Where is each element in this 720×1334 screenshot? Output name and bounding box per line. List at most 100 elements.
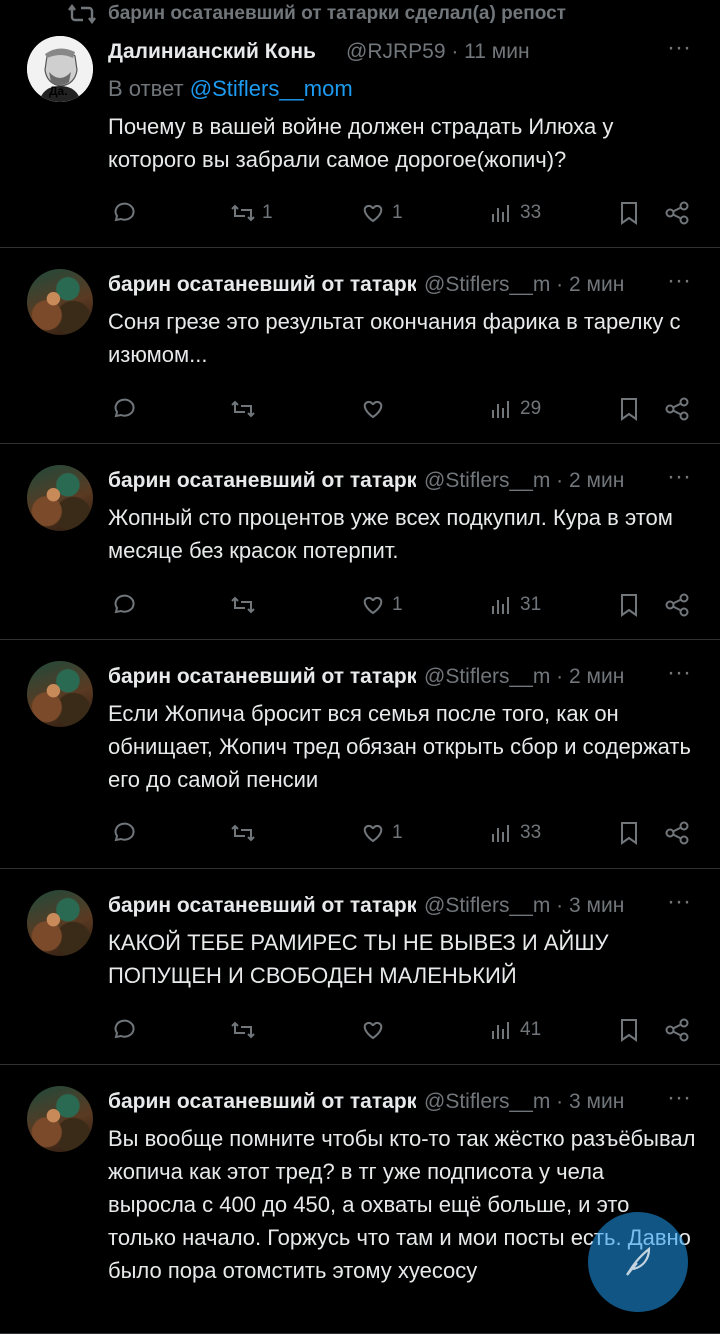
- tweet-header: Далинианский Конь @RJRP59 · 11 мин ···: [108, 38, 700, 68]
- bookmark-button[interactable]: [616, 818, 642, 848]
- retweet-button[interactable]: [230, 818, 262, 848]
- share-icon: [665, 593, 689, 617]
- view-count: 33: [520, 202, 542, 223]
- reply-icon: [114, 822, 135, 842]
- bookmark-button[interactable]: [616, 590, 642, 620]
- views-chart-icon: [492, 205, 509, 222]
- heart-icon: [363, 204, 383, 223]
- views-button[interactable]: 33: [488, 198, 541, 228]
- share-button[interactable]: [664, 818, 690, 848]
- reply-icon: [114, 202, 135, 222]
- share-button[interactable]: [664, 590, 690, 620]
- more-options-icon[interactable]: ···: [664, 271, 694, 301]
- views-chart-icon: [492, 825, 509, 842]
- bookmark-icon: [621, 202, 637, 225]
- tweet[interactable]: барин осатаневший от татарки @Stiflers__…: [0, 870, 720, 1065]
- reply-button[interactable]: [110, 394, 136, 424]
- share-button[interactable]: [664, 394, 690, 424]
- tweet-actions: 29: [108, 394, 700, 424]
- heart-icon: [363, 1021, 383, 1040]
- avatar[interactable]: [27, 269, 93, 335]
- reply-to-line: В ответ @Stiflers__mom: [108, 76, 353, 102]
- author-name[interactable]: Далинианский Конь: [108, 40, 338, 64]
- reply-button[interactable]: [110, 1015, 136, 1045]
- avatar[interactable]: [27, 465, 93, 531]
- views-button[interactable]: 41: [488, 1015, 541, 1045]
- more-options-icon[interactable]: ···: [664, 38, 694, 68]
- retweet-button[interactable]: 1: [230, 198, 273, 228]
- views-button[interactable]: 31: [488, 590, 541, 620]
- author-handle[interactable]: @Stiflers__m · 2 мин: [424, 469, 624, 493]
- avatar[interactable]: [27, 890, 93, 956]
- share-button[interactable]: [664, 198, 690, 228]
- author-handle[interactable]: @Stiflers__m · 2 мин: [424, 665, 624, 689]
- tweet-actions: 1 31: [108, 590, 700, 620]
- more-options-icon[interactable]: ···: [664, 892, 694, 922]
- retweet-count: 1: [262, 202, 273, 223]
- author-name[interactable]: барин осатаневший от татарки: [108, 665, 416, 689]
- retweet-button[interactable]: [230, 394, 262, 424]
- view-count: 29: [520, 398, 542, 419]
- like-count: 1: [392, 594, 403, 615]
- tweet-text: КАКОЙ ТЕБЕ РАМИРЕС ТЫ НЕ ВЫВЕЗ И АЙШУ ПО…: [108, 930, 609, 988]
- author-handle[interactable]: @Stiflers__m · 3 мин: [424, 1090, 624, 1114]
- tweet-header: барин осатаневший от татарки @Stiflers__…: [108, 663, 700, 693]
- bookmark-button[interactable]: [616, 394, 642, 424]
- heart-icon: [363, 596, 383, 615]
- like-button[interactable]: 1: [360, 818, 403, 848]
- retweet-icon: [231, 1021, 255, 1039]
- more-options-icon[interactable]: ···: [664, 663, 694, 693]
- bookmark-button[interactable]: [616, 1015, 642, 1045]
- bookmark-icon: [621, 594, 637, 617]
- reply-icon: [114, 1019, 135, 1039]
- author-handle[interactable]: @Stiflers__m · 3 мин: [424, 894, 624, 918]
- more-options-icon[interactable]: ···: [664, 1088, 694, 1118]
- like-button[interactable]: 1: [360, 198, 403, 228]
- like-button[interactable]: 1: [360, 590, 403, 620]
- reply-button[interactable]: [110, 590, 136, 620]
- tweet-header: барин осатаневший от татарки @Stiflers__…: [108, 467, 700, 497]
- retweet-icon: [231, 596, 255, 614]
- share-icon: [665, 201, 689, 225]
- author-name[interactable]: барин осатаневший от татарки: [108, 469, 416, 493]
- heart-icon: [363, 824, 383, 843]
- retweet-button[interactable]: [230, 1015, 262, 1045]
- bookmark-button[interactable]: [616, 198, 642, 228]
- reply-button[interactable]: [110, 818, 136, 848]
- views-button[interactable]: 33: [488, 818, 541, 848]
- more-options-icon[interactable]: ···: [664, 467, 694, 497]
- views-button[interactable]: 29: [488, 394, 541, 424]
- like-count: 1: [392, 822, 403, 843]
- tweet[interactable]: барин осатаневший от татарки @Stiflers__…: [0, 641, 720, 869]
- compose-fab-button[interactable]: [588, 1212, 688, 1312]
- tweet-actions: 41: [108, 1015, 700, 1045]
- tweet[interactable]: барин осатаневший от татарки @Stiflers__…: [0, 445, 720, 640]
- author-name[interactable]: барин осатаневший от татарки: [108, 1090, 416, 1114]
- heart-icon: [363, 400, 383, 419]
- reply-mention-link[interactable]: @Stiflers__mom: [190, 76, 353, 101]
- author-handle[interactable]: @Stiflers__m · 2 мин: [424, 273, 624, 297]
- view-count: 31: [520, 594, 542, 615]
- like-button[interactable]: [360, 1015, 392, 1045]
- bookmark-icon: [621, 822, 637, 845]
- author-name[interactable]: барин осатаневший от татарки: [108, 894, 416, 918]
- retweet-icon: [231, 400, 255, 418]
- avatar[interactable]: Да.: [27, 36, 93, 102]
- view-count: 33: [520, 822, 542, 843]
- tweet-actions: 1 33: [108, 818, 700, 848]
- like-button[interactable]: [360, 394, 392, 424]
- tweet-header: барин осатаневший от татарки @Stiflers__…: [108, 271, 700, 301]
- reply-icon: [114, 398, 135, 418]
- author-handle[interactable]: @RJRP59 · 11 мин: [346, 40, 530, 64]
- author-name[interactable]: барин осатаневший от татарки: [108, 273, 416, 297]
- views-chart-icon: [492, 597, 509, 614]
- tweet-text: Почему в вашей войне должен страдать Илю…: [108, 114, 614, 172]
- bookmark-icon: [621, 398, 637, 421]
- tweet[interactable]: Да. Далинианский Конь @RJRP59 · 11 мин ·…: [0, 0, 720, 248]
- reply-button[interactable]: [110, 198, 136, 228]
- avatar[interactable]: [27, 1086, 93, 1152]
- tweet[interactable]: барин осатаневший от татарки @Stiflers__…: [0, 249, 720, 444]
- share-button[interactable]: [664, 1015, 690, 1045]
- avatar[interactable]: [27, 661, 93, 727]
- retweet-button[interactable]: [230, 590, 262, 620]
